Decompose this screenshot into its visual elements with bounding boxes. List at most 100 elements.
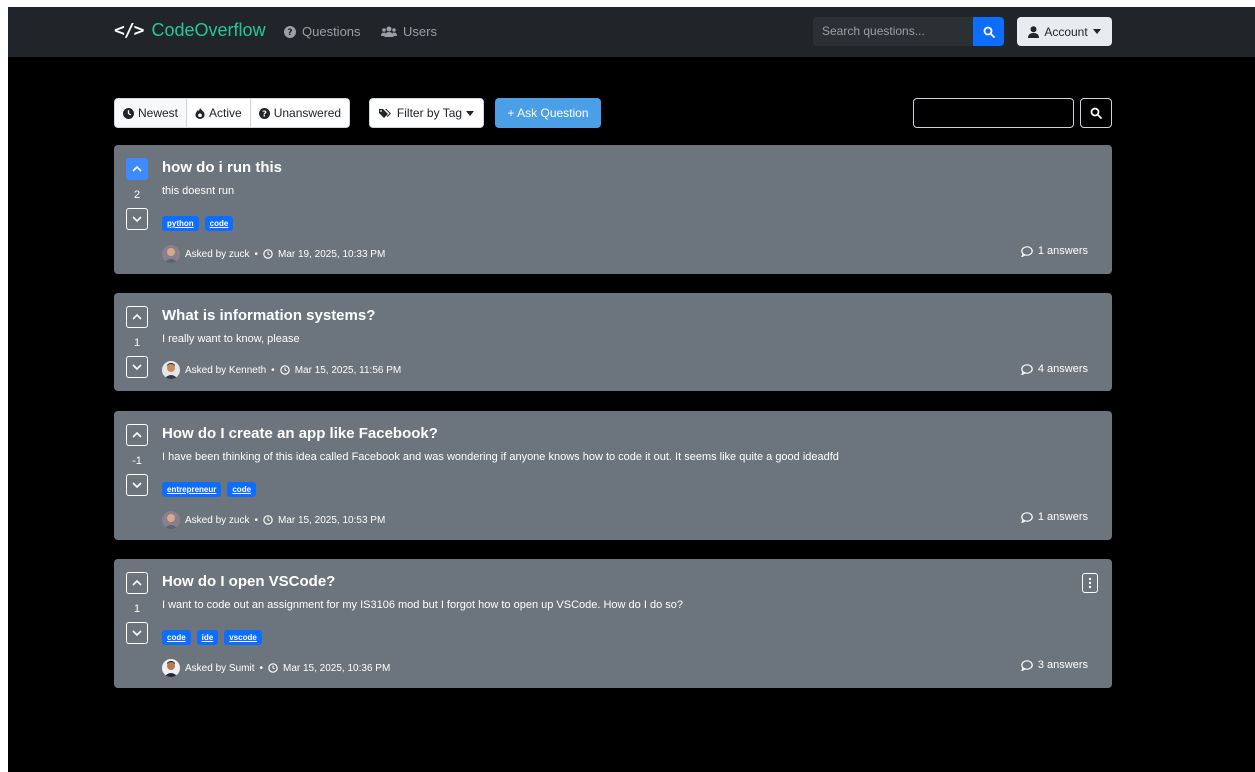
tag-list: python code — [162, 216, 234, 231]
question-card: 1 How do I open VSCode? I want to code o… — [114, 559, 1112, 688]
account-dropdown[interactable]: Account — [1017, 17, 1112, 46]
tag-badge[interactable]: code — [227, 482, 257, 497]
bullet-separator: • — [254, 514, 258, 526]
chevron-up-icon — [132, 432, 142, 438]
answer-count: 4 answers — [1021, 363, 1088, 375]
comment-icon — [1021, 245, 1033, 257]
code-icon: </> — [114, 20, 144, 41]
answer-count-label: 1 answers — [1037, 245, 1088, 257]
answer-count-label: 1 answers — [1037, 511, 1088, 523]
asked-by: Asked by Kenneth — [185, 364, 267, 376]
nav-questions[interactable]: ? Questions — [284, 24, 361, 39]
vote-count: 1 — [133, 603, 141, 615]
answer-count: 1 answers — [1021, 511, 1088, 523]
more-options-button[interactable] — [1082, 573, 1098, 593]
downvote-button[interactable] — [126, 208, 148, 230]
downvote-button[interactable] — [126, 474, 148, 496]
question-body: I really want to know, please — [162, 333, 300, 345]
question-date: Mar 15, 2025, 11:56 PM — [294, 364, 402, 376]
upvote-button[interactable] — [126, 424, 148, 446]
ask-question-button[interactable]: + Ask Question — [495, 98, 601, 128]
question-title[interactable]: What is information systems? — [162, 307, 375, 324]
chevron-down-icon — [132, 482, 142, 488]
asked-by: Asked by zuck — [185, 514, 250, 526]
avatar — [162, 659, 180, 677]
chevron-down-icon — [132, 364, 142, 370]
sort-unanswered-button[interactable]: ? Unanswered — [250, 99, 350, 127]
search-icon — [983, 26, 995, 38]
brand-link[interactable]: </> CodeOverflow — [114, 20, 266, 41]
avatar — [162, 245, 180, 263]
question-body: this doesnt run — [162, 185, 235, 197]
question-title[interactable]: How do I create an app like Facebook? — [162, 425, 438, 442]
sort-active-button[interactable]: Active — [187, 99, 251, 127]
question-search-input[interactable] — [913, 98, 1074, 128]
clock-icon — [268, 663, 278, 673]
question-title[interactable]: How do I open VSCode? — [162, 573, 335, 590]
question-title[interactable]: how do i run this — [162, 159, 282, 176]
filter-label: Filter by Tag — [396, 106, 463, 120]
downvote-button[interactable] — [126, 622, 148, 644]
sort-newest-button[interactable]: Newest — [115, 99, 188, 127]
answer-count-label: 3 answers — [1037, 659, 1088, 671]
chevron-up-icon — [132, 580, 142, 586]
bullet-separator: • — [271, 364, 275, 376]
clock-icon — [279, 365, 290, 375]
question-date: Mar 15, 2025, 10:53 PM — [278, 514, 386, 526]
app-frame: </> CodeOverflow ? Questions Users Searc… — [8, 7, 1255, 772]
ask-question-label: + Ask Question — [507, 106, 589, 120]
vote-count: 1 — [133, 337, 141, 349]
upvote-button[interactable] — [126, 158, 148, 180]
nav-users[interactable]: Users — [381, 24, 437, 39]
comment-icon — [1021, 363, 1033, 375]
tag-badge[interactable]: ide — [196, 630, 219, 645]
comment-icon — [1021, 659, 1033, 671]
clock-icon — [123, 107, 134, 119]
tag-badge[interactable]: python — [162, 216, 199, 231]
caret-down-icon — [1092, 29, 1101, 34]
question-circle-icon: ? — [258, 107, 270, 119]
tag-badge[interactable]: code — [162, 630, 191, 645]
question-circle-icon: ? — [284, 25, 296, 38]
svg-text:?: ? — [287, 28, 292, 38]
question-date: Mar 15, 2025, 10:36 PM — [283, 662, 391, 674]
tag-badge[interactable]: vscode — [224, 630, 262, 645]
navbar-search-button[interactable] — [973, 17, 1004, 46]
answer-count-label: 4 answers — [1037, 363, 1088, 375]
question-card: -1 How do I create an app like Facebook?… — [114, 411, 1112, 540]
nav-questions-label: Questions — [302, 24, 361, 39]
tag-list: code ide vscode — [162, 630, 262, 645]
clock-icon — [263, 515, 273, 525]
brand-name: CodeOverflow — [151, 20, 266, 40]
answer-count: 1 answers — [1021, 245, 1088, 257]
question-meta: Asked by Kenneth • Mar 15, 2025, 11:56 P… — [162, 361, 401, 379]
chevron-up-icon — [132, 314, 142, 320]
downvote-button[interactable] — [126, 356, 148, 378]
fire-icon — [195, 107, 205, 119]
upvote-button[interactable] — [126, 306, 148, 328]
filter-by-tag-dropdown[interactable]: Filter by Tag — [369, 98, 484, 128]
tag-badge[interactable]: code — [204, 216, 234, 231]
tag-list: entrepreneur code — [162, 482, 257, 497]
tag-badge[interactable]: entrepreneur — [162, 482, 222, 497]
chevron-up-icon — [132, 166, 142, 172]
chevron-down-icon — [132, 630, 142, 636]
svg-text:?: ? — [262, 108, 267, 118]
question-meta: Asked by zuck • Mar 19, 2025, 10:33 PM — [162, 245, 385, 263]
asked-by: Asked by Sumit — [185, 662, 255, 674]
upvote-button[interactable] — [126, 572, 148, 594]
navbar-search-input[interactable]: Search questions... — [813, 17, 973, 46]
tags-icon — [378, 108, 391, 118]
sort-active-label: Active — [209, 106, 242, 120]
avatar — [162, 361, 180, 379]
navbar: </> CodeOverflow ? Questions Users Searc… — [8, 7, 1255, 57]
account-label: Account — [1044, 24, 1088, 39]
question-search-button[interactable] — [1080, 98, 1112, 128]
question-body: I have been thinking of this idea called… — [162, 451, 839, 463]
sort-button-group: Newest Active ? Unanswered — [114, 98, 351, 128]
question-meta: Asked by Sumit • Mar 15, 2025, 10:36 PM — [162, 659, 390, 677]
bullet-separator: • — [259, 662, 263, 674]
asked-by: Asked by zuck — [185, 248, 250, 260]
users-icon — [381, 26, 397, 37]
vote-count: 2 — [133, 189, 141, 201]
